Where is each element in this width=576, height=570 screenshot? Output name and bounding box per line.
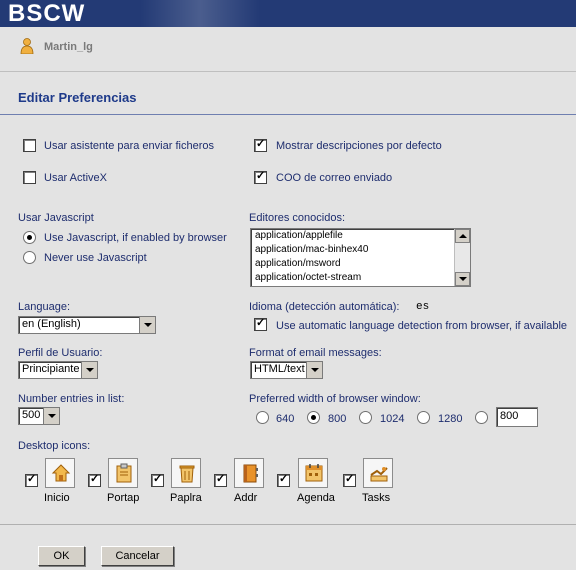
browser-width-heading: Preferred width of browser window: — [249, 393, 421, 405]
desktop-icon-inicio-checkbox[interactable]: ✓ — [25, 473, 38, 487]
desktop-icon-tasks-checkbox[interactable]: ✓ — [343, 473, 356, 487]
width-custom-input[interactable]: 800 — [496, 407, 538, 427]
width-640-label: 640 — [276, 413, 295, 425]
chevron-down-icon — [43, 408, 59, 424]
desktop-icon-portap-label: Portap — [107, 492, 140, 504]
desktop-icon-addr-checkbox[interactable]: ✓ — [214, 473, 227, 487]
desktop-icon-addr-label: Addr — [234, 492, 258, 504]
bottom-divider — [0, 524, 576, 525]
desktop-icon-paplra-label: Paplra — [170, 492, 202, 504]
width-1280-label: 1280 — [438, 413, 463, 425]
width-1280-radio[interactable] — [417, 411, 430, 424]
banner-globe-decoration — [140, 0, 260, 27]
language-select[interactable]: en (English) — [18, 316, 156, 334]
user-icon — [20, 38, 34, 55]
email-format-value: HTML/text — [254, 363, 305, 375]
chevron-down-icon — [306, 362, 322, 378]
profile-heading: Perfil de Usuario: — [18, 347, 103, 359]
list-item[interactable]: application/applefile — [255, 230, 343, 241]
coo-email-checkbox[interactable]: ✓ — [254, 170, 267, 184]
auto-language-checkbox[interactable]: ✓ — [254, 317, 267, 331]
profile-value: Principiante — [22, 363, 80, 375]
desktop-icon-inicio-label: Inicio — [44, 492, 70, 504]
desktop-icon-agenda-checkbox[interactable]: ✓ — [277, 473, 290, 487]
activex-label: Usar ActiveX — [44, 172, 107, 184]
width-640-radio[interactable] — [256, 411, 269, 424]
cancel-button[interactable]: Cancelar — [101, 546, 174, 566]
editors-scrollbar[interactable] — [454, 229, 470, 286]
coo-email-label: COO de correo enviado — [276, 172, 393, 184]
editors-heading: Editores conocidos: — [249, 212, 345, 224]
calendar-icon — [298, 458, 328, 488]
address-book-icon — [234, 458, 264, 488]
width-1024-radio[interactable] — [359, 411, 372, 424]
language-heading: Language: — [18, 301, 70, 313]
user-name[interactable]: Martin_lg — [44, 41, 93, 53]
list-item[interactable]: application/octet-stream — [255, 272, 361, 283]
width-1024-label: 1024 — [380, 413, 405, 425]
desktop-icons-heading: Desktop icons: — [18, 440, 91, 452]
upload-assistant-label: Usar asistente para enviar ficheros — [44, 140, 214, 152]
list-item[interactable]: application/msword — [255, 258, 341, 269]
desktop-icon-agenda-label: Agenda — [297, 492, 335, 504]
activex-checkbox[interactable] — [23, 171, 36, 184]
editors-listbox[interactable]: application/applefile application/mac-bi… — [250, 228, 471, 287]
top-banner — [0, 0, 576, 27]
ok-button[interactable]: OK — [38, 546, 85, 566]
page-title: Editar Preferencias — [18, 90, 137, 105]
javascript-heading: Usar Javascript — [18, 212, 94, 224]
bscw-logo: BSCW — [8, 0, 86, 27]
title-divider — [0, 114, 576, 115]
scroll-down-icon[interactable] — [455, 272, 470, 286]
clipboard-icon — [108, 458, 138, 488]
show-descriptions-checkbox[interactable]: ✓ — [254, 138, 267, 152]
desktop-icon-paplra-checkbox[interactable]: ✓ — [151, 473, 164, 487]
javascript-enabled-radio[interactable] — [23, 231, 36, 244]
width-custom-radio[interactable] — [475, 411, 488, 424]
javascript-enabled-label: Use Javascript, if enabled by browser — [44, 232, 227, 244]
entries-heading: Number entries in list: — [18, 393, 125, 405]
width-800-label: 800 — [328, 413, 347, 425]
email-format-heading: Format of email messages: — [249, 347, 382, 359]
home-icon — [45, 458, 75, 488]
idioma-heading: Idioma (detección automática): — [249, 301, 400, 313]
auto-language-label: Use automatic language detection from br… — [276, 320, 568, 332]
javascript-never-radio[interactable] — [23, 251, 36, 264]
idioma-value: es — [416, 301, 430, 313]
upload-assistant-checkbox[interactable] — [23, 139, 36, 152]
profile-select[interactable]: Principiante — [18, 361, 98, 379]
chevron-down-icon — [81, 362, 97, 378]
desktop-icon-tasks-label: Tasks — [362, 492, 391, 504]
language-value: en (English) — [22, 318, 81, 330]
trash-icon — [171, 458, 201, 488]
show-descriptions-label: Mostrar descripciones por defecto — [276, 140, 442, 152]
tasks-icon — [363, 458, 393, 488]
email-format-select[interactable]: HTML/text — [250, 361, 323, 379]
list-item[interactable]: application/mac-binhex40 — [255, 244, 368, 255]
chevron-down-icon — [139, 317, 155, 333]
desktop-icon-portap-checkbox[interactable]: ✓ — [88, 473, 101, 487]
scroll-up-icon[interactable] — [455, 229, 470, 243]
entries-select[interactable]: 500 — [18, 407, 60, 425]
javascript-never-label: Never use Javascript — [44, 252, 147, 264]
width-800-radio[interactable] — [307, 411, 320, 424]
entries-value: 500 — [22, 409, 41, 421]
width-custom-value: 800 — [500, 410, 519, 422]
